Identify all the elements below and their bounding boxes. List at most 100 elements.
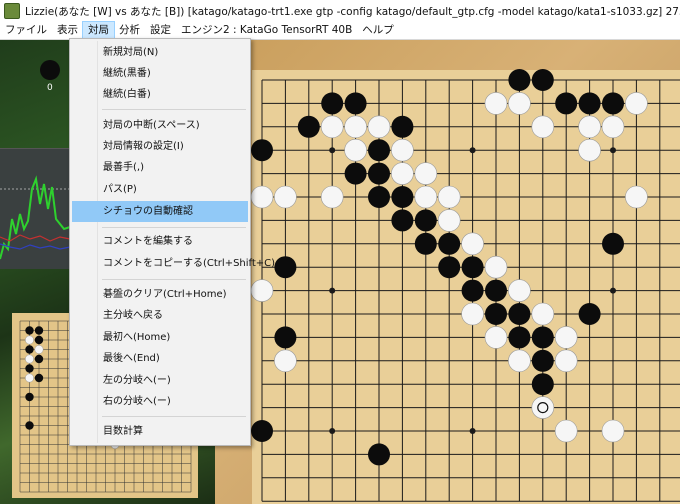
white-stone [250, 185, 274, 209]
black-stone [531, 69, 554, 91]
white-stone [578, 138, 601, 162]
app-icon [4, 3, 20, 19]
menu-go-last[interactable]: 最後へ(End) [72, 348, 248, 369]
menu-separator [102, 109, 246, 110]
menu-left-branch[interactable]: 左の分岐へ(ー) [72, 370, 248, 391]
white-stone [484, 326, 508, 349]
menu-game[interactable]: 対局 [82, 21, 115, 40]
menu-count-score[interactable]: 目数計算 [72, 421, 248, 442]
white-stone [414, 162, 438, 185]
mini-black-stone [25, 392, 34, 402]
black-stone [391, 209, 414, 232]
menu-copy-comment[interactable]: コメントをコピーする(Ctrl+Shift+C) [72, 253, 275, 274]
black-stone [531, 326, 554, 349]
white-stone [320, 115, 344, 139]
white-stone [508, 279, 531, 302]
star-point [469, 147, 476, 154]
white-stone [391, 138, 414, 162]
black-stone [461, 256, 484, 279]
white-stone [508, 92, 531, 115]
white-stone [601, 115, 625, 139]
menu-separator [102, 227, 246, 228]
white-stone [601, 419, 625, 443]
white-stone [625, 185, 648, 209]
black-stone [438, 232, 461, 255]
menu-continue-black[interactable]: 継続(黒番) [72, 63, 248, 84]
mini-black-stone [25, 345, 34, 354]
mini-black-stone [25, 364, 34, 373]
menu-analysis[interactable]: 分析 [114, 22, 145, 39]
white-stone [484, 92, 508, 115]
go-board-svg[interactable] [250, 69, 680, 504]
mini-black-stone [34, 373, 44, 383]
mini-black-stone [34, 354, 44, 364]
menu-best-move[interactable]: 最善手(,) [72, 157, 248, 178]
white-stone [367, 115, 391, 139]
black-stone [391, 186, 414, 208]
white-stone [531, 302, 555, 326]
black-stone [414, 232, 437, 255]
mini-black-stone [34, 335, 44, 345]
mini-white-stone [34, 345, 44, 354]
menu-separator [102, 279, 246, 280]
black-stone [485, 303, 507, 325]
menu-clear-board[interactable]: 碁盤のクリア(Ctrl+Home) [72, 284, 248, 305]
mini-white-stone [25, 354, 34, 364]
white-stone [250, 279, 274, 302]
white-stone [554, 349, 578, 373]
white-stone [461, 302, 484, 326]
black-stone [344, 92, 367, 115]
black-stone [321, 92, 344, 115]
mini-black-stone [25, 326, 34, 335]
star-point [469, 428, 476, 434]
black-stone [531, 373, 554, 396]
menu-new-game[interactable]: 新規対局(N) [72, 42, 248, 63]
menu-engine2[interactable]: エンジン2 : KataGo TensorRT 40B [176, 22, 357, 39]
menu-continue-white[interactable]: 継続(白番) [72, 84, 248, 105]
white-stone [554, 326, 578, 349]
white-stone [531, 396, 555, 419]
white-stone [414, 185, 438, 209]
menu-help[interactable]: ヘルプ [357, 22, 399, 39]
menu-file[interactable]: ファイル [0, 22, 52, 39]
black-stone [508, 303, 531, 325]
mini-white-stone [25, 335, 34, 345]
menu-edit-comment[interactable]: コメントを編集する [72, 231, 248, 252]
black-stone [344, 162, 367, 185]
black-stone [508, 69, 531, 91]
white-stone [274, 185, 297, 209]
star-point [610, 287, 616, 294]
white-stone [437, 209, 461, 232]
winrate-graph [0, 148, 71, 269]
black-stone [438, 256, 461, 279]
winrate-graph-svg [0, 175, 71, 260]
black-stone [368, 139, 390, 162]
black-stone [414, 209, 437, 232]
black-stone [368, 162, 390, 185]
window-title: Lizzie(あなた [W] vs あなた [B]) [katago/katag… [25, 5, 680, 18]
menu-right-branch[interactable]: 右の分岐へ(ー) [72, 391, 248, 412]
menu-settings[interactable]: 設定 [145, 22, 176, 39]
menu-back-to-main[interactable]: 主分岐へ戻る [72, 305, 248, 326]
star-point [329, 428, 336, 434]
menu-go-first[interactable]: 最初へ(Home) [72, 327, 248, 348]
game-menu-dropdown: 新規対局(N) 継続(黒番) 継続(白番) 対局の中断(スペース) 対局情報の設… [69, 38, 275, 446]
menu-pass[interactable]: パス(P) [72, 179, 248, 200]
to-play-stone [40, 60, 60, 80]
black-stone [274, 326, 297, 349]
black-stone [368, 186, 390, 208]
black-stone [274, 256, 297, 279]
black-stone [485, 279, 507, 302]
menu-ladder-check[interactable]: シチョウの自動確認 [72, 201, 248, 222]
capture-count: 0 [47, 83, 53, 93]
menu-pause-game[interactable]: 対局の中断(スペース) [72, 115, 248, 136]
star-point [329, 287, 336, 294]
menu-view[interactable]: 表示 [52, 22, 83, 39]
black-stone [508, 326, 531, 349]
black-stone [602, 232, 624, 255]
black-stone [391, 115, 414, 138]
go-board[interactable] [250, 69, 680, 504]
menu-game-info[interactable]: 対局情報の設定(I) [72, 136, 248, 157]
black-stone [555, 92, 578, 115]
black-stone [368, 443, 390, 466]
